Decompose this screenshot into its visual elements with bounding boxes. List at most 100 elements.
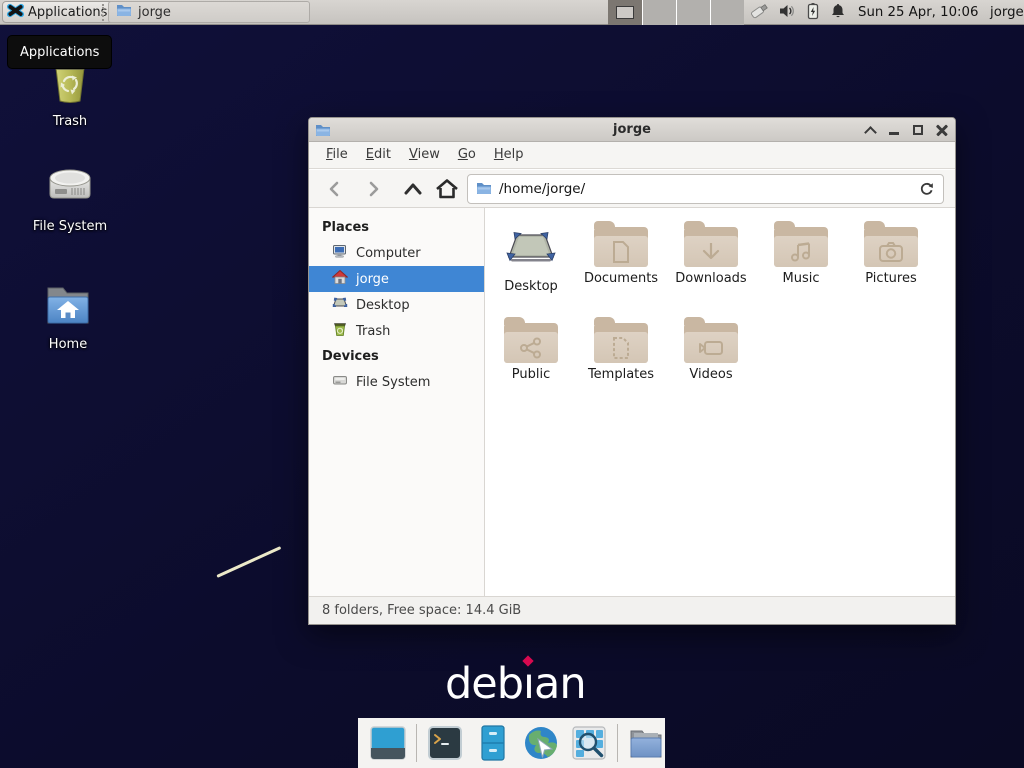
panel-clock[interactable]: Sun 25 Apr, 10:06	[858, 0, 978, 25]
status-bar: 8 folders, Free space: 14.4 GiB	[309, 596, 955, 624]
workspace-3[interactable]	[676, 0, 710, 25]
desktop-icon-label: Home	[49, 337, 87, 352]
dock-separator	[617, 724, 618, 762]
file-item-desktop[interactable]: Desktop	[486, 217, 576, 313]
template-glyph	[610, 336, 632, 360]
taskbar-window-label: jorge	[138, 5, 171, 20]
file-item-label: Desktop	[504, 279, 558, 294]
sidebar-item-label: Desktop	[356, 298, 410, 313]
minimize-button[interactable]	[887, 123, 901, 137]
location-bar[interactable]	[467, 174, 944, 204]
computer-icon	[332, 243, 348, 263]
removable-media-icon[interactable]	[750, 2, 769, 24]
desktop-icon-label: Trash	[53, 114, 87, 129]
sidebar-item-file-system[interactable]: File System	[309, 369, 484, 395]
sidebar-item-desktop[interactable]: Desktop	[309, 292, 484, 318]
sidebar-item-computer[interactable]: Computer	[309, 240, 484, 266]
up-button[interactable]	[399, 175, 427, 203]
file-item-label: Public	[512, 367, 550, 382]
panel-username: jorge	[990, 0, 1024, 25]
folder-icon-public	[504, 323, 558, 363]
file-item-downloads[interactable]: Downloads	[666, 217, 756, 313]
window-controls	[863, 118, 949, 142]
desktop-mini-icon	[332, 295, 348, 315]
location-folder-icon	[476, 180, 492, 199]
file-item-documents[interactable]: Documents	[576, 217, 666, 313]
menu-file[interactable]: File	[317, 142, 357, 168]
file-manager-launcher[interactable]	[473, 723, 513, 763]
close-button[interactable]	[935, 123, 949, 137]
directory-menu-launcher[interactable]	[626, 723, 666, 763]
folder-icon	[116, 3, 132, 21]
camera-glyph	[878, 241, 904, 263]
file-item-videos[interactable]: Videos	[666, 313, 756, 409]
video-camera-glyph	[698, 338, 724, 358]
file-item-public[interactable]: Public	[486, 313, 576, 409]
file-item-label: Templates	[588, 367, 654, 382]
window-title: jorge	[309, 118, 955, 142]
cursor-artifact	[216, 546, 281, 578]
desktop-root: Applications jorge	[0, 0, 1024, 768]
places-header: Places	[309, 215, 484, 240]
file-item-label: Pictures	[865, 271, 916, 286]
workspace-switcher	[608, 0, 744, 25]
file-item-pictures[interactable]: Pictures	[846, 217, 936, 313]
terminal-launcher[interactable]	[425, 723, 465, 763]
document-glyph	[610, 240, 632, 264]
battery-icon[interactable]	[805, 2, 821, 24]
file-item-label: Documents	[584, 271, 658, 286]
xfce-logo-icon	[7, 2, 24, 23]
reload-icon[interactable]	[919, 181, 935, 197]
folder-icon-documents	[594, 227, 648, 267]
applications-menu-button[interactable]: Applications	[2, 1, 116, 23]
app-finder-launcher[interactable]	[569, 723, 609, 763]
forward-button[interactable]	[359, 175, 387, 203]
hard-drive-icon	[45, 164, 95, 214]
sidebar-item-label: File System	[356, 375, 430, 390]
menu-help[interactable]: Help	[485, 142, 533, 168]
share-glyph	[519, 337, 543, 359]
trash-mini-icon	[332, 321, 348, 341]
web-browser-launcher[interactable]	[521, 723, 561, 763]
location-input[interactable]	[499, 181, 912, 197]
folder-icon-videos	[684, 323, 738, 363]
show-desktop-button[interactable]	[368, 723, 408, 763]
status-text: 8 folders, Free space: 14.4 GiB	[322, 603, 521, 618]
dock-separator	[416, 724, 417, 762]
desktop-icon-label: File System	[33, 219, 107, 234]
sidebar-item-label: Computer	[356, 246, 421, 261]
desktop-icon-home[interactable]: Home	[16, 284, 120, 352]
file-item-music[interactable]: Music	[756, 217, 846, 313]
menu-edit[interactable]: Edit	[357, 142, 400, 168]
shade-button[interactable]	[863, 123, 877, 137]
back-button[interactable]	[321, 175, 349, 203]
system-tray	[750, 3, 846, 22]
panel-drag-handle[interactable]	[102, 4, 105, 21]
sidebar-item-jorge[interactable]: jorge	[309, 266, 484, 292]
workspace-4[interactable]	[710, 0, 744, 25]
menu-go[interactable]: Go	[449, 142, 485, 168]
home-button[interactable]	[433, 175, 461, 203]
sidebar-item-trash[interactable]: Trash	[309, 318, 484, 344]
desktop-item-icon	[503, 223, 559, 275]
applications-tooltip: Applications	[7, 35, 112, 69]
window-titlebar[interactable]: jorge	[309, 118, 955, 142]
tooltip-text: Applications	[20, 45, 99, 60]
taskbar-window-button[interactable]: jorge	[108, 1, 310, 23]
sidebar-item-label: jorge	[356, 272, 389, 287]
file-item-label: Downloads	[675, 271, 746, 286]
notification-bell-icon[interactable]	[830, 2, 846, 24]
workspace-1[interactable]	[608, 0, 642, 25]
file-item-templates[interactable]: Templates	[576, 313, 666, 409]
folder-icon-music	[774, 227, 828, 267]
bottom-dock	[358, 718, 665, 768]
file-pane: Desktop Documents	[485, 208, 955, 596]
desktop-icon-file-system[interactable]: File System	[18, 164, 122, 234]
maximize-button[interactable]	[911, 123, 925, 137]
sidebar: Places Computer	[309, 208, 485, 596]
window-content: Places Computer	[309, 208, 955, 596]
sidebar-item-label: Trash	[356, 324, 390, 339]
volume-icon[interactable]	[778, 2, 796, 24]
menu-view[interactable]: View	[400, 142, 449, 168]
workspace-2[interactable]	[642, 0, 676, 25]
